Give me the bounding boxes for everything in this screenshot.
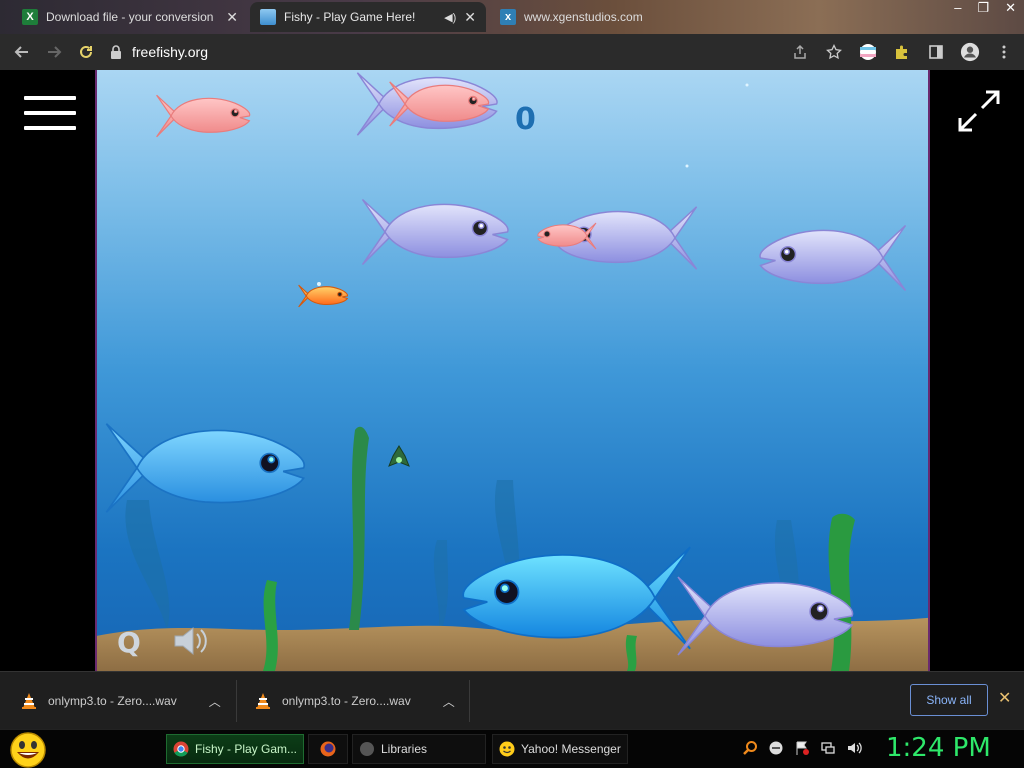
screen: X Download file - your conversion ✕ Fish… xyxy=(0,0,1024,768)
taskbar-button-label: Yahoo! Messenger xyxy=(521,742,621,756)
fishy-favicon xyxy=(260,9,276,25)
divider xyxy=(469,680,470,722)
speaker-icon[interactable] xyxy=(171,622,209,660)
taskbar-button-chrome[interactable]: Fishy - Play Gam... xyxy=(166,734,304,764)
lock-icon xyxy=(111,45,121,59)
address-bar[interactable]: freefishy.org xyxy=(110,38,850,66)
reload-button[interactable] xyxy=(70,36,102,68)
enemy-fish-pink xyxy=(156,94,251,138)
restore-button[interactable]: ❐ xyxy=(977,0,989,16)
excel-icon: X xyxy=(22,9,38,25)
tab-title: Download file - your conversion xyxy=(46,10,214,24)
close-window-button[interactable]: ✕ xyxy=(1005,0,1016,16)
bookmark-star-icon[interactable] xyxy=(824,42,844,62)
web-page: 0 Q xyxy=(0,70,1024,671)
chevron-up-icon[interactable]: ︿ xyxy=(443,693,455,710)
tab-download-file[interactable]: X Download file - your conversion ✕ xyxy=(12,2,248,32)
vlc-cone-icon xyxy=(22,693,36,709)
tab-audio-icon[interactable]: ◀) xyxy=(444,11,456,24)
tab-fishy[interactable]: Fishy - Play Game Here! ◀) ✕ xyxy=(250,2,486,32)
download-filename: onlymp3.to - Zero....wav xyxy=(48,694,177,708)
clock[interactable]: 1:24 PM xyxy=(886,733,991,763)
score-display: 0 xyxy=(515,102,536,137)
back-arrow-icon xyxy=(14,46,28,58)
chrome-icon xyxy=(173,741,189,757)
fishy-game-canvas[interactable]: 0 Q xyxy=(95,70,930,671)
share-icon[interactable] xyxy=(790,42,810,62)
yahoo-messenger-icon xyxy=(499,741,515,757)
enemy-fish-lavender xyxy=(759,224,907,292)
download-item[interactable]: onlymp3.to - Zero....wav ︿ xyxy=(20,682,221,720)
spiky-enemy xyxy=(388,445,410,467)
close-downloads-icon[interactable]: ✕ xyxy=(998,688,1011,708)
taskbar-button-label: Libraries xyxy=(381,742,428,756)
enemy-fish-lavender xyxy=(361,198,509,266)
game-scene xyxy=(97,72,928,671)
taskbar: Fishy - Play Gam... Libraries Yahoo! Mes… xyxy=(0,729,1024,768)
chevron-up-icon[interactable]: ︿ xyxy=(209,693,221,710)
tab-xgenstudios[interactable]: x www.xgenstudios.com xyxy=(490,2,730,32)
divider xyxy=(236,680,237,722)
download-filename: onlymp3.to - Zero....wav xyxy=(282,694,411,708)
search-icon[interactable] xyxy=(742,740,758,756)
side-panel-icon[interactable] xyxy=(926,42,946,62)
taskbar-button-libraries[interactable]: Libraries xyxy=(352,734,486,764)
taskbar-button-firefox[interactable] xyxy=(308,734,348,764)
quality-button[interactable]: Q xyxy=(117,626,141,659)
back-button[interactable] xyxy=(6,36,38,68)
menu-kebab-icon[interactable] xyxy=(994,42,1014,62)
tab-strip: X Download file - your conversion ✕ Fish… xyxy=(0,0,1024,34)
downloads-bar: onlymp3.to - Zero....wav ︿ onlymp3.to - … xyxy=(0,671,1024,729)
fullscreen-icon[interactable] xyxy=(956,88,1002,134)
tab-title: www.xgenstudios.com xyxy=(524,10,643,24)
volume-icon[interactable] xyxy=(846,740,864,756)
firefox-icon xyxy=(320,741,336,757)
vlc-cone-icon xyxy=(256,693,270,709)
tab-close-icon[interactable]: ✕ xyxy=(464,9,476,26)
reload-icon xyxy=(80,45,92,58)
system-tray xyxy=(742,740,864,756)
start-smiley-icon[interactable] xyxy=(8,731,48,768)
profile-avatar-icon[interactable] xyxy=(960,42,980,62)
minimize-button[interactable]: – xyxy=(954,0,961,16)
show-all-button[interactable]: Show all xyxy=(910,684,988,716)
taskbar-button-yahoo[interactable]: Yahoo! Messenger xyxy=(492,734,628,764)
forward-button[interactable] xyxy=(38,36,70,68)
window-controls: – ❐ ✕ xyxy=(954,0,1016,16)
flag-extension-icon[interactable] xyxy=(858,42,878,62)
hamburger-menu-icon[interactable] xyxy=(24,96,76,130)
taskbar-button-label: Fishy - Play Gam... xyxy=(195,742,298,756)
libraries-icon xyxy=(360,742,374,756)
forward-arrow-icon xyxy=(48,46,62,58)
tab-title: Fishy - Play Game Here! xyxy=(284,10,416,24)
extensions-puzzle-icon[interactable] xyxy=(892,42,912,62)
network-icon[interactable] xyxy=(820,740,836,756)
toolbar-icons xyxy=(790,38,1014,66)
xgen-icon: x xyxy=(500,9,516,25)
messenger-tray-icon[interactable] xyxy=(768,740,784,756)
url-text: freefishy.org xyxy=(132,44,208,60)
enemy-fish-blue xyxy=(105,422,306,514)
download-item[interactable]: onlymp3.to - Zero....wav ︿ xyxy=(254,682,455,720)
action-center-flag-icon[interactable] xyxy=(794,740,810,756)
player-fish xyxy=(298,284,349,308)
browser-toolbar: freefishy.org xyxy=(0,34,1024,70)
tab-close-icon[interactable]: ✕ xyxy=(226,9,238,26)
